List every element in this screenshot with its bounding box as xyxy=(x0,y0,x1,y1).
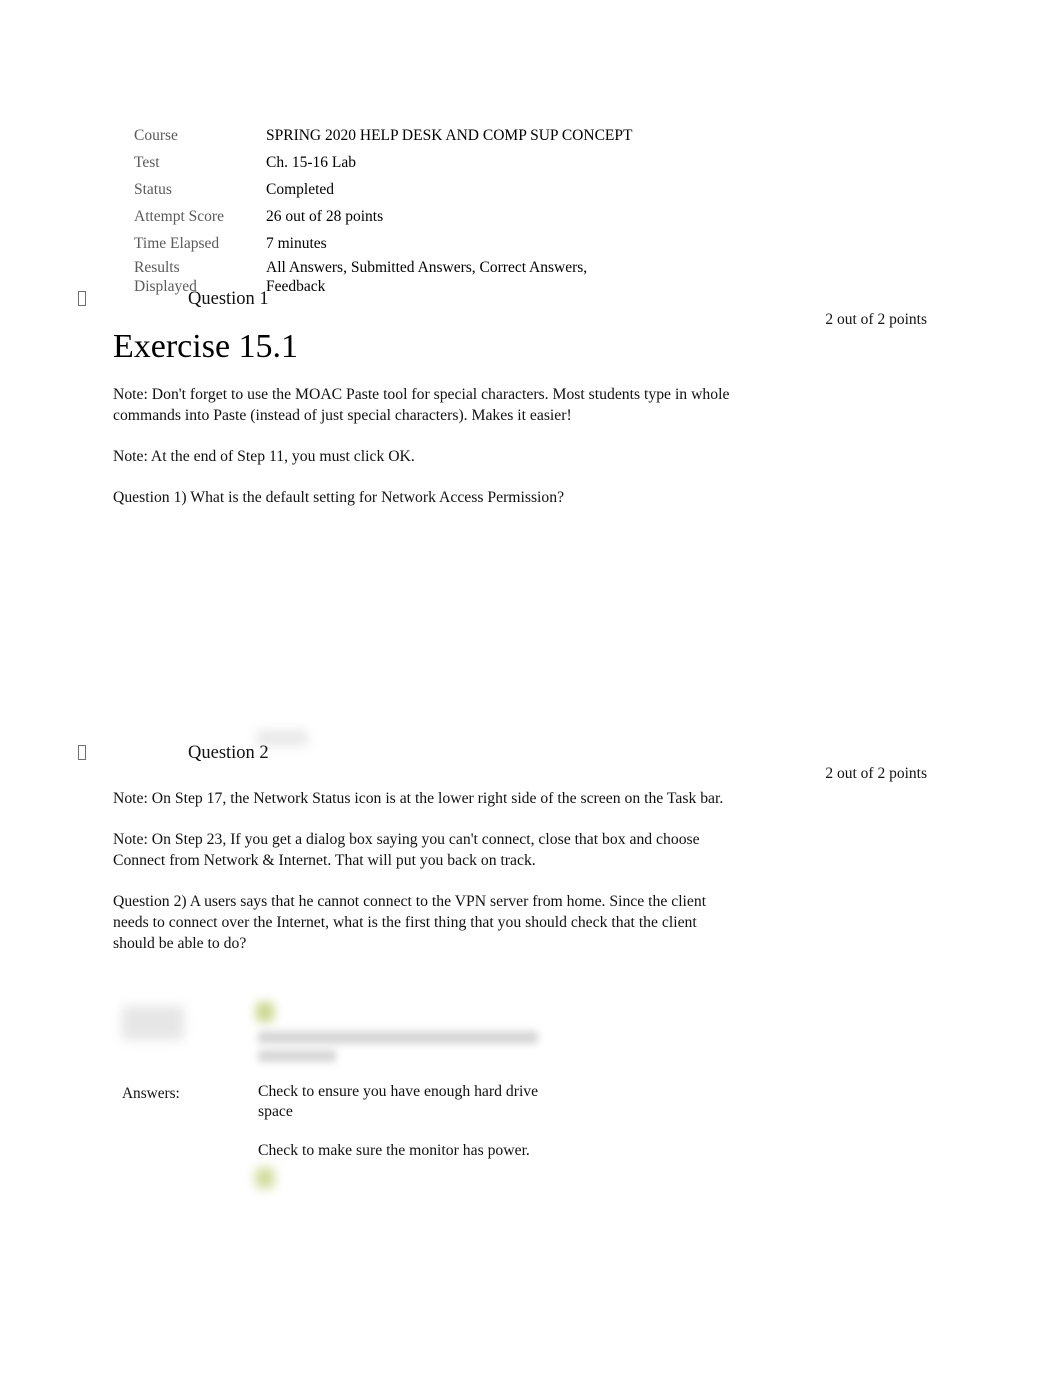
question-2-title: Question 2 xyxy=(188,743,269,763)
question-2-prompt: Question 2) A users says that he cannot … xyxy=(113,893,707,952)
question-2-body: Note: On Step 17, the Network Status ico… xyxy=(113,788,741,954)
question-1-note-1: Note: Don't forget to use the MOAC Paste… xyxy=(113,386,730,424)
question-1-note-2: Note: At the end of Step 11, you must cl… xyxy=(113,448,415,465)
metadata-value-results-line2: Feedback xyxy=(266,277,326,295)
metadata-label-status: Status xyxy=(134,181,172,199)
metadata-row-course: Course SPRING 2020 HELP DESK AND COMP SU… xyxy=(134,124,754,148)
metadata-label-attempt-score: Attempt Score xyxy=(134,208,224,226)
correct-answer-marker-icon xyxy=(256,1168,274,1188)
question-2-points: 2 out of 2 points xyxy=(825,765,927,782)
answer-option: Check to ensure you have enough hard dri… xyxy=(258,1083,539,1120)
metadata-row-test: Test Ch. 15-16 Lab xyxy=(134,151,754,175)
metadata-value-test: Ch. 15-16 Lab xyxy=(266,154,356,172)
question-1-body: Note: Don't forget to use the MOAC Paste… xyxy=(113,384,741,508)
metadata-row-attempt-score: Attempt Score 26 out of 28 points xyxy=(134,205,754,229)
metadata-row-time-elapsed: Time Elapsed 7 minutes xyxy=(134,232,754,256)
correct-answer-marker-icon xyxy=(256,1002,274,1022)
redacted-selected-answer-line xyxy=(258,1050,336,1062)
metadata-label-time-elapsed: Time Elapsed xyxy=(134,235,220,253)
redacted-selected-answer-line xyxy=(258,1031,538,1044)
question-1-prompt: Question 1) What is the default setting … xyxy=(113,489,565,506)
missing-glyph-box-icon xyxy=(78,744,92,764)
metadata-value-attempt-score: 26 out of 28 points xyxy=(266,208,384,226)
metadata-value-time-elapsed: 7 minutes xyxy=(266,235,327,253)
question-1-points: 2 out of 2 points xyxy=(825,311,927,328)
answers-label: Answers: xyxy=(122,1085,180,1102)
redacted-selected-answer-label xyxy=(122,1006,184,1040)
metadata-value-course: SPRING 2020 HELP DESK AND COMP SUP CONCE… xyxy=(266,127,633,144)
metadata-label-test: Test xyxy=(134,154,160,172)
missing-glyph-box-icon xyxy=(78,290,92,310)
answer-option: Check to make sure the monitor has power… xyxy=(258,1142,530,1159)
test-review-page: Course SPRING 2020 HELP DESK AND COMP SU… xyxy=(0,0,1062,1377)
metadata-label-course: Course xyxy=(134,127,178,144)
question-2-note-1: Note: On Step 17, the Network Status ico… xyxy=(113,790,724,807)
answer-option-list: Check to ensure you have enough hard dri… xyxy=(258,1082,678,1161)
question-2-note-2: Note: On Step 23, If you get a dialog bo… xyxy=(113,831,700,869)
metadata-row-status: Status Completed xyxy=(134,178,754,202)
question-1-title: Question 1 xyxy=(188,289,269,309)
question-1-heading: Exercise 15.1 xyxy=(113,328,299,365)
metadata-label-results-line1: Results xyxy=(134,259,180,277)
metadata-value-results-line1: All Answers, Submitted Answers, Correct … xyxy=(266,259,588,277)
attempt-metadata-table: Course SPRING 2020 HELP DESK AND COMP SU… xyxy=(134,124,754,299)
metadata-value-results-displayed: All Answers, Submitted Answers, Correct … xyxy=(266,259,754,296)
metadata-value-status: Completed xyxy=(266,181,335,199)
